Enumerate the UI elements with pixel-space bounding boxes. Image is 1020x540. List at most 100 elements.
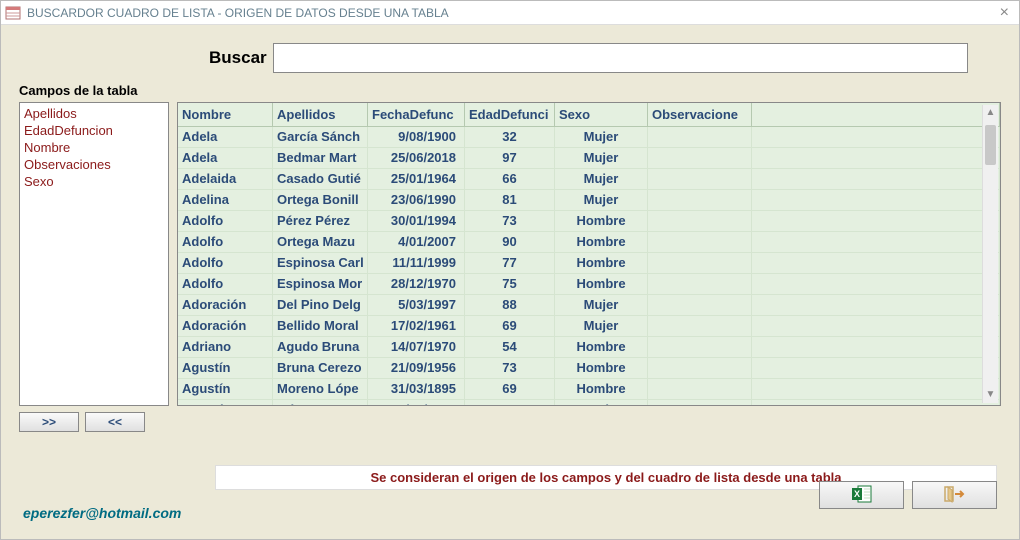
fields-listbox[interactable]: ApellidosEdadDefuncionNombreObservacione…: [19, 102, 169, 406]
cell: Agustín: [178, 379, 273, 399]
cell: [648, 337, 752, 357]
col-edad[interactable]: EdadDefunci: [465, 103, 555, 126]
cell: Pérez Pérez: [273, 211, 368, 231]
cell: [648, 148, 752, 168]
cell: Mujer: [555, 169, 648, 189]
grid-header: Nombre Apellidos FechaDefunc EdadDefunci…: [178, 103, 1000, 127]
svg-text:X: X: [853, 489, 859, 499]
cell: 73: [465, 211, 555, 231]
cell: Ortega Bonill: [273, 190, 368, 210]
cell: 32: [465, 127, 555, 147]
next-button[interactable]: >>: [19, 412, 79, 432]
cell: Bedmar Mart: [273, 148, 368, 168]
table-row[interactable]: AdelaBedmar Mart25/06/201897Mujer: [178, 148, 1000, 169]
scroll-thumb[interactable]: [985, 125, 996, 165]
cell: Ortega Mazu: [273, 232, 368, 252]
cell: [648, 211, 752, 231]
list-item[interactable]: Sexo: [24, 173, 164, 190]
list-item[interactable]: Observaciones: [24, 156, 164, 173]
col-nombre[interactable]: Nombre: [178, 103, 273, 126]
table-row[interactable]: AgustínBruna Cerezo21/09/195673Hombre: [178, 358, 1000, 379]
cell: Hombre: [555, 337, 648, 357]
cell: 97: [465, 148, 555, 168]
col-obs[interactable]: Observacione: [648, 103, 752, 126]
cell: 54: [465, 337, 555, 357]
table-row[interactable]: AdolfoOrtega Mazu4/01/200790Hombre: [178, 232, 1000, 253]
cell: 28/12/1970: [368, 274, 465, 294]
search-label: Buscar: [209, 48, 267, 68]
export-excel-button[interactable]: X: [819, 481, 904, 509]
exit-button[interactable]: [912, 481, 997, 509]
cell: Espinosa Carl: [273, 253, 368, 273]
search-input[interactable]: [273, 43, 968, 73]
cell: 5/03/1997: [368, 295, 465, 315]
data-grid[interactable]: Nombre Apellidos FechaDefunc EdadDefunci…: [177, 102, 1001, 406]
author-email: eperezfer@hotmail.com: [23, 505, 181, 521]
table-row[interactable]: AgustínMoreno Lópe31/03/189569Hombre: [178, 379, 1000, 400]
cell: Adoración: [178, 295, 273, 315]
list-item[interactable]: Apellidos: [24, 105, 164, 122]
cell: 31/03/1895: [368, 379, 465, 399]
list-item[interactable]: EdadDefuncion: [24, 122, 164, 139]
window-title: BUSCARDOR CUADRO DE LISTA - ORIGEN DE DA…: [27, 6, 449, 20]
cell: [648, 127, 752, 147]
cell: Agustín: [178, 400, 273, 405]
cell: [648, 232, 752, 252]
cell: Bruna Cerezo: [273, 358, 368, 378]
cell: Casado Gutié: [273, 169, 368, 189]
table-row[interactable]: AdolfoEspinosa Mor28/12/197075Hombre: [178, 274, 1000, 295]
cell: Adolfo: [178, 232, 273, 252]
cell: 81: [465, 190, 555, 210]
cell: 21/09/1956: [368, 358, 465, 378]
col-fecha[interactable]: FechaDefunc: [368, 103, 465, 126]
scroll-down-icon[interactable]: ▼: [983, 387, 998, 403]
cell: Mujer: [555, 295, 648, 315]
cell: 69: [465, 379, 555, 399]
col-sexo[interactable]: Sexo: [555, 103, 648, 126]
cell: [648, 169, 752, 189]
close-icon[interactable]: ×: [994, 4, 1015, 22]
cell: Hombre: [555, 274, 648, 294]
table-row[interactable]: AdrianoAgudo Bruna14/07/197054Hombre: [178, 337, 1000, 358]
cell: 25/01/1967: [368, 400, 465, 405]
cell: 77: [465, 253, 555, 273]
cell: [648, 400, 752, 405]
cell: Adolfo: [178, 211, 273, 231]
cell: Hombre: [555, 400, 648, 405]
cell: Mujer: [555, 148, 648, 168]
cell: 17/02/1961: [368, 316, 465, 336]
cell: Espinosa Mor: [273, 274, 368, 294]
cell: Bellido Moral: [273, 316, 368, 336]
table-row[interactable]: AdolfoPérez Pérez30/01/199473Hombre: [178, 211, 1000, 232]
cell: [648, 253, 752, 273]
cell: Agudo Bruna: [273, 337, 368, 357]
table-row[interactable]: AdelinaOrtega Bonill23/06/199081Mujer: [178, 190, 1000, 211]
list-item[interactable]: Nombre: [24, 139, 164, 156]
cell: [648, 190, 752, 210]
cell: Mujer: [555, 127, 648, 147]
cell: Hombre: [555, 211, 648, 231]
table-row[interactable]: AdoraciónBellido Moral17/02/196169Mujer: [178, 316, 1000, 337]
table-row[interactable]: AdelaGarcía Sánch9/08/190032Mujer: [178, 127, 1000, 148]
cell: [648, 274, 752, 294]
cell: 69: [465, 316, 555, 336]
form-icon: [5, 5, 21, 21]
grid-scrollbar[interactable]: ▲ ▼: [982, 105, 998, 403]
cell: Moreno Lópe: [273, 379, 368, 399]
col-apellidos[interactable]: Apellidos: [273, 103, 368, 126]
cell: Mujer: [555, 190, 648, 210]
table-row[interactable]: AdolfoEspinosa Carl11/11/199977Hombre: [178, 253, 1000, 274]
scroll-up-icon[interactable]: ▲: [983, 105, 998, 121]
cell: Adelina: [178, 190, 273, 210]
cell: 23/06/1990: [368, 190, 465, 210]
table-row[interactable]: AgustínGómez Morer25/01/196776Hombre: [178, 400, 1000, 405]
cell: Hombre: [555, 253, 648, 273]
table-row[interactable]: AdoraciónDel Pino Delg5/03/199788Mujer: [178, 295, 1000, 316]
cell: 88: [465, 295, 555, 315]
cell: 30/01/1994: [368, 211, 465, 231]
cell: 25/01/1964: [368, 169, 465, 189]
cell: [648, 379, 752, 399]
cell: Hombre: [555, 379, 648, 399]
table-row[interactable]: AdelaidaCasado Gutié25/01/196466Mujer: [178, 169, 1000, 190]
prev-button[interactable]: <<: [85, 412, 145, 432]
